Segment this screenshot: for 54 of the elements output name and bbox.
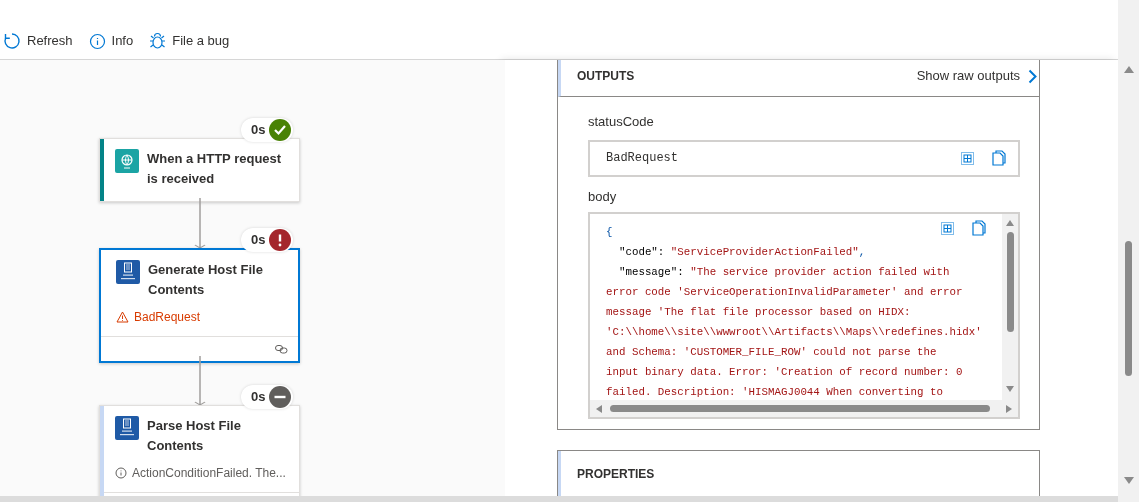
action-card[interactable]: When a HTTP request is received — [99, 138, 300, 202]
code-line: "message": "The service provider action failed with — [617, 265, 950, 280]
code-vertical-scrollbar[interactable] — [1002, 214, 1018, 400]
action-card[interactable]: Parse Host File Contents ActionConditionFailed. The... — [99, 405, 300, 496]
code-line: error code 'ServiceOperationInvalidParameter' and error — [606, 285, 963, 300]
connector-arrow — [194, 198, 206, 248]
toolbar-button[interactable]: File a bug — [149, 31, 230, 51]
copy-icon[interactable] — [992, 150, 1006, 166]
connector-arrow — [194, 356, 206, 405]
value-field[interactable]: BadRequest — [588, 139, 1020, 177]
globe-icon — [115, 149, 139, 173]
duration-text: 0s — [251, 121, 266, 140]
duration-text: 0s — [251, 388, 266, 407]
code-line: message 'The flat file processor based on HIDX: — [606, 305, 911, 320]
host-file-icon — [116, 260, 140, 284]
field-value: BadRequest — [606, 150, 678, 167]
raw-outputs-link[interactable]: Show raw outputs — [916, 66, 1037, 86]
action-card[interactable]: Generate Host File Contents BadRequest — [99, 248, 300, 363]
status-message: BadRequest — [134, 309, 201, 326]
duration-text: 0s — [251, 231, 266, 250]
info-icon — [88, 32, 106, 50]
code-line: input binary data. Error: 'Creation of record number: 0 — [606, 365, 963, 380]
link-icon[interactable] — [275, 344, 288, 354]
section-title: PROPERTIES — [577, 466, 655, 483]
vertical-scrollbar[interactable] — [1118, 0, 1139, 502]
status-message: ActionConditionFailed. The... — [132, 465, 286, 482]
chevron-right-icon — [1028, 68, 1037, 84]
code-line: { — [606, 225, 613, 240]
action-title: Generate Host File Contents — [148, 261, 264, 299]
code-line: and Schema: 'CUSTOMER_FILE_ROW' could not parse the — [606, 345, 937, 360]
scroll-up-icon[interactable] — [1123, 66, 1134, 73]
refresh-icon — [3, 32, 21, 50]
code-line: failed. Description: 'HISMAGJ0044 When converting to — [606, 385, 943, 400]
code-viewer[interactable] — [588, 212, 1020, 419]
action-title: Parse Host File Contents — [147, 417, 242, 455]
code-line: "code": "ServiceProviderActionFailed", — [617, 245, 866, 260]
table-view-icon[interactable] — [941, 221, 954, 235]
warning-icon — [116, 311, 129, 323]
scrollbar-thumb[interactable] — [1125, 241, 1132, 376]
copy-icon[interactable] — [972, 220, 986, 236]
field-label: body — [588, 187, 618, 206]
info-icon — [115, 467, 127, 479]
bug-icon — [149, 32, 167, 50]
action-title: When a HTTP request is received — [147, 150, 283, 188]
toolbar-button[interactable]: Refresh — [3, 31, 73, 51]
field-label: statusCode — [588, 113, 655, 131]
toolbar-button[interactable]: Info — [88, 31, 134, 51]
host-file-icon — [115, 416, 139, 440]
code-line: 'C:\\home\\site\\wwwroot\\Artifacts\\Maps\\redefines.hidx' — [606, 325, 982, 340]
scroll-down-icon[interactable] — [1123, 477, 1134, 484]
table-view-icon[interactable] — [961, 151, 974, 165]
code-horizontal-scrollbar[interactable] — [590, 400, 1018, 417]
section-title: OUTPUTS — [577, 68, 635, 85]
horizontal-scrollbar[interactable] — [0, 496, 1118, 502]
